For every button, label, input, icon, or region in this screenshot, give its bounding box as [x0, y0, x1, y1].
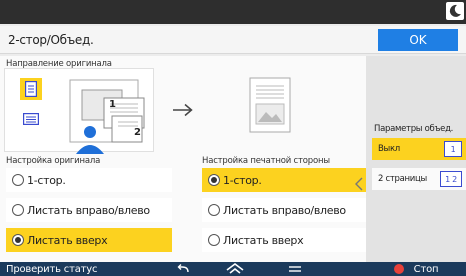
home-button[interactable]	[226, 262, 244, 276]
settings-panel: Направление оригинала 1 2 Настройка ориг…	[0, 56, 368, 262]
print-flip-up-option[interactable]: Листать вверх	[202, 228, 368, 252]
combine-panel: Параметры объед. Выкл 1 2 страницы 1 2	[366, 56, 466, 262]
energy-saver-icon[interactable]	[446, 2, 464, 20]
stop-button[interactable]: Стоп	[366, 262, 466, 276]
ok-button[interactable]: OK	[378, 29, 458, 51]
bottom-bar: Проверить статус Стоп	[0, 262, 466, 276]
page-number-2: 2	[134, 127, 141, 138]
option-label: Листать вправо/влево	[223, 203, 346, 217]
option-label: 1-стор.	[27, 173, 66, 187]
combine-off-option[interactable]: Выкл 1	[372, 138, 466, 160]
radio-icon	[208, 204, 220, 216]
option-label: Листать вправо/влево	[27, 203, 150, 217]
stop-icon	[393, 264, 404, 274]
radio-selected-icon	[12, 234, 24, 246]
radio-icon	[12, 174, 24, 186]
orientation-portrait-button[interactable]	[20, 78, 42, 100]
chevron-left-icon	[354, 176, 364, 191]
check-status-label: Проверить статус	[6, 263, 98, 275]
option-label: Листать вверх	[27, 233, 108, 247]
option-label: Листать вверх	[223, 233, 304, 247]
stop-label: Стоп	[413, 263, 439, 275]
single-page-icon: 1	[444, 141, 462, 157]
radio-selected-icon	[208, 174, 220, 186]
title-bar: 2-стор/Объед. OK	[0, 26, 466, 54]
portrait-page-icon	[25, 81, 37, 97]
page-number-1: 1	[109, 99, 116, 110]
menu-icon	[289, 266, 301, 272]
orientation-landscape-button[interactable]	[20, 108, 42, 130]
original-document-illustration: 1 2	[52, 76, 152, 154]
combine-label: Параметры объед.	[374, 124, 454, 134]
landscape-page-icon	[23, 113, 39, 125]
output-page-illustration	[248, 76, 294, 134]
radio-icon	[208, 234, 220, 246]
system-bar	[0, 0, 466, 24]
menu-button[interactable]	[288, 262, 302, 276]
combine-off-label: Выкл	[378, 144, 400, 154]
two-pages-icon: 1 2	[440, 171, 462, 187]
combine-two-pages-label: 2 страницы	[378, 174, 427, 184]
original-setting-label: Настройка оригинала	[6, 156, 101, 166]
check-status-button[interactable]: Проверить статус	[0, 262, 110, 276]
back-arrow-icon	[177, 264, 189, 273]
option-label: 1-стор.	[223, 173, 262, 187]
page-title: 2-стор/Объед.	[8, 33, 94, 47]
home-icon	[226, 263, 244, 274]
back-button[interactable]	[176, 262, 190, 276]
original-one-sided-option[interactable]: 1-стор.	[6, 168, 172, 192]
print-side-setting-label: Настройка печатной стороны	[202, 156, 330, 166]
radio-icon	[12, 204, 24, 216]
combine-two-pages-option[interactable]: 2 страницы 1 2	[372, 168, 466, 190]
original-flip-up-option[interactable]: Листать вверх	[6, 228, 172, 252]
arrow-right-icon	[172, 102, 194, 117]
original-flip-left-right-option[interactable]: Листать вправо/влево	[6, 198, 172, 222]
print-flip-left-right-option[interactable]: Листать вправо/влево	[202, 198, 368, 222]
print-one-sided-option[interactable]: 1-стор.	[202, 168, 368, 192]
